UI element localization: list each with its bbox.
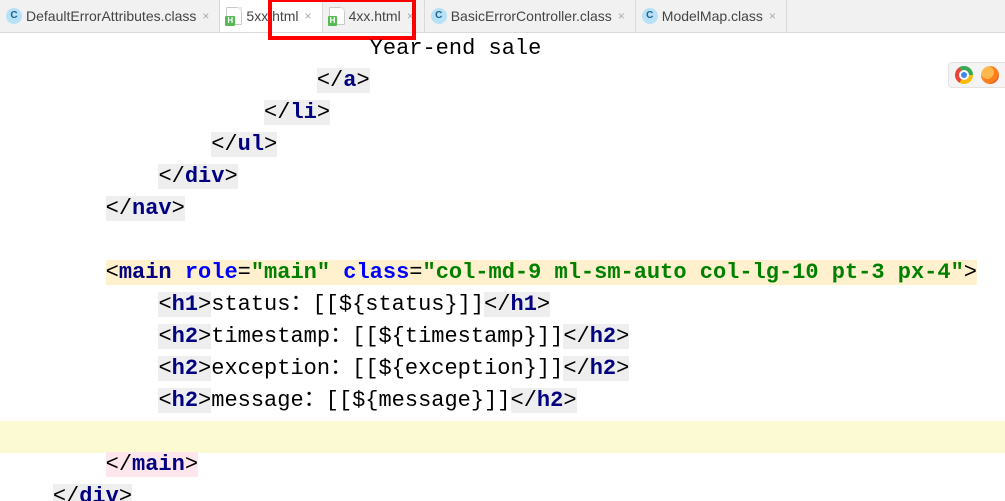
code-tag: li: [290, 100, 316, 125]
tab-4xx-html[interactable]: 4xx.html ×: [323, 0, 425, 32]
code-tag: h2: [172, 356, 198, 381]
tab-default-error-attributes[interactable]: DefaultErrorAttributes.class ×: [0, 0, 220, 32]
code-text: message：[[${message}]]: [211, 388, 510, 413]
close-icon[interactable]: ×: [303, 9, 314, 23]
tab-5xx-html[interactable]: 5xx.html ×: [220, 0, 322, 32]
close-icon[interactable]: ×: [200, 9, 211, 23]
code-attr-value: "col-md-9 ml-sm-auto col-lg-10 pt-3 px-4…: [423, 260, 964, 285]
code-tag: nav: [132, 196, 172, 221]
html-file-icon: [329, 7, 345, 25]
code-text: Year-end sale: [370, 36, 542, 61]
close-icon[interactable]: ×: [767, 9, 778, 23]
tab-label: ModelMap.class: [662, 8, 763, 24]
code-tag: main: [132, 452, 185, 477]
code-tag: div: [185, 164, 225, 189]
tab-modelmap[interactable]: ModelMap.class ×: [636, 0, 787, 32]
code-tag: div: [79, 484, 119, 501]
tab-label: 4xx.html: [349, 8, 401, 24]
code-tag: h2: [172, 388, 198, 413]
close-icon[interactable]: ×: [616, 9, 627, 23]
java-file-icon: [431, 8, 447, 24]
code-tag: h2: [537, 388, 563, 413]
code-tag: h1: [511, 292, 537, 317]
code-attr-name: role: [185, 260, 238, 285]
tab-basic-error-controller[interactable]: BasicErrorController.class ×: [425, 0, 636, 32]
tab-label: DefaultErrorAttributes.class: [26, 8, 196, 24]
code-editor[interactable]: Year-end sale </a> </li> </ul> </div> </…: [0, 33, 1005, 501]
tab-label: 5xx.html: [246, 8, 298, 24]
editor-tabbar: DefaultErrorAttributes.class × 5xx.html …: [0, 0, 1005, 33]
code-tag: ul: [238, 132, 264, 157]
tab-label: BasicErrorController.class: [451, 8, 612, 24]
code-text: status：[[${status}]]: [211, 292, 484, 317]
code-content: Year-end sale </a> </li> </ul> </div> </…: [0, 33, 977, 501]
code-tag: h2: [590, 324, 616, 349]
code-tag: h2: [590, 356, 616, 381]
code-attr-name: class: [343, 260, 409, 285]
code-tag: h2: [172, 324, 198, 349]
close-icon[interactable]: ×: [405, 9, 416, 23]
code-attr-value: "main": [251, 260, 330, 285]
code-text: timestamp：[[${timestamp}]]: [211, 324, 563, 349]
html-file-icon: [226, 7, 242, 25]
tabbar-fill: [787, 0, 1005, 32]
java-file-icon: [642, 8, 658, 24]
code-text: exception：[[${exception}]]: [211, 356, 563, 381]
java-file-icon: [6, 8, 22, 24]
code-tag: h1: [172, 292, 198, 317]
code-tag: a: [343, 68, 356, 93]
code-tag: main: [119, 260, 172, 285]
